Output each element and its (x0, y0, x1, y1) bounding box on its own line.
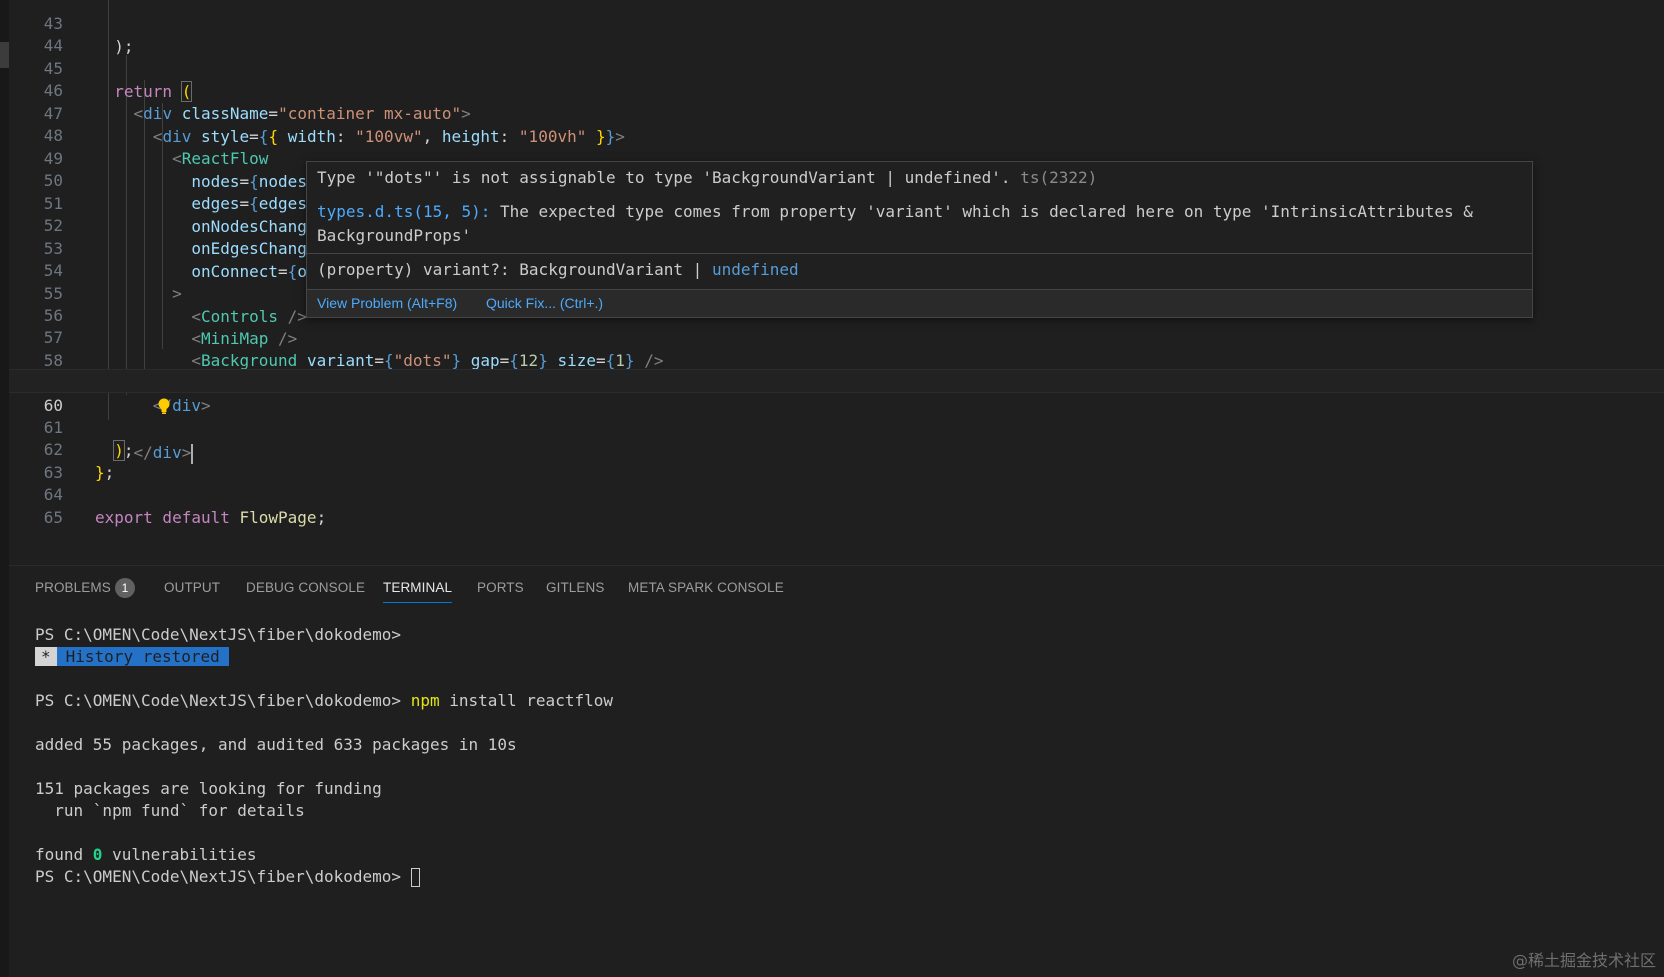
terminal-cursor (410, 868, 420, 887)
error-code: ts(2322) (1020, 168, 1098, 187)
tab-ports[interactable]: PORTS (477, 580, 524, 595)
related-info: types.d.ts(15, 5): The expected type com… (317, 200, 1517, 248)
history-text: History restored (56, 647, 229, 666)
view-problem-link[interactable]: View Problem (Alt+F8) (317, 295, 457, 311)
hover-actions: View Problem (Alt+F8) Quick Fix... (Ctrl… (307, 290, 1532, 317)
command-args: install reactflow (439, 691, 613, 710)
terminal-prompt-line: PS C:\OMEN\Code\NextJS\fiber\dokodemo> (35, 866, 420, 888)
code-line: 61 ); (9, 392, 1664, 462)
terminal-command-line: PS C:\OMEN\Code\NextJS\fiber\dokodemo> n… (35, 690, 613, 712)
signature-text: (property) variant?: BackgroundVariant | (317, 260, 712, 279)
npm-command: npm (410, 691, 440, 710)
tab-meta-spark-console[interactable]: META SPARK CONSOLE (628, 580, 784, 595)
activity-strip (0, 0, 9, 977)
tab-output[interactable]: OUTPUT (164, 580, 220, 595)
code-line-current: 60 </div> (9, 369, 1664, 464)
terminal-output: run `npm fund` for details (35, 801, 305, 820)
error-message: Type '"dots"' is not assignable to type … (317, 168, 1011, 187)
code-line: 59 </div> (9, 347, 1664, 416)
code-line: 63 (9, 437, 1664, 482)
error-hover-popup[interactable]: Type '"dots"' is not assignable to type … (306, 161, 1533, 318)
tab-debug-console[interactable]: DEBUG CONSOLE (246, 580, 365, 595)
code-line: 64 export default FlowPage; (9, 459, 1664, 528)
tab-terminal[interactable]: TERMINAL (383, 580, 453, 603)
terminal-output: added 55 packages, and audited 633 packa… (35, 735, 517, 754)
history-star: * (35, 647, 57, 666)
signature-undefined: undefined (711, 260, 799, 279)
terminal-output: 151 packages are looking for funding (35, 779, 382, 798)
code-line: 49 nodes={nodes} (9, 123, 1664, 192)
found-prefix: found (35, 845, 93, 864)
history-restored-banner: * History restored (35, 646, 229, 668)
terminal-prompt: PS C:\OMEN\Code\NextJS\fiber\dokodemo> (35, 691, 402, 710)
type-signature: (property) variant?: BackgroundVariant |… (317, 258, 799, 282)
hover-divider (307, 253, 1532, 254)
found-suffix: vulnerabilities (102, 845, 257, 864)
hover-message: Type '"dots"' is not assignable to type … (317, 166, 1517, 190)
tab-gitlens[interactable]: GITLENS (546, 580, 604, 595)
terminal-prompt: PS C:\OMEN\Code\NextJS\fiber\dokodemo> (35, 867, 402, 886)
code-line: 65 (9, 482, 1664, 527)
terminal[interactable]: PS C:\OMEN\Code\NextJS\fiber\dokodemo> *… (9, 606, 1664, 977)
lightbulb-icon[interactable] (99, 373, 170, 414)
code-line: 44 (9, 10, 1664, 55)
line-number: 65 (43, 507, 63, 527)
quick-fix-link[interactable]: Quick Fix... (Ctrl+.) (486, 295, 603, 311)
problems-count-badge: 1 (115, 578, 135, 598)
vuln-count: 0 (92, 845, 103, 864)
watermark: @稀土掘金技术社区 (1511, 951, 1656, 970)
code-line: 47 <div style={{ width: "100vw", height:… (9, 78, 1664, 147)
code-line: 48 <ReactFlow (9, 100, 1664, 169)
scroll-marker (0, 42, 9, 68)
code-line: 62 }; (9, 414, 1664, 483)
tab-problems[interactable]: PROBLEMS (35, 580, 111, 595)
code-line: 45 return ( (9, 33, 1664, 103)
code-text: export default FlowPage; (95, 508, 327, 528)
related-text: The expected type comes from property 'v… (317, 202, 1473, 245)
terminal-output: found 0 vulnerabilities (35, 844, 257, 866)
panel-tabs: PROBLEMS 1 OUTPUT DEBUG CONSOLE TERMINAL… (9, 566, 1664, 606)
related-file-link[interactable]: types.d.ts(15, 5): (317, 202, 490, 221)
terminal-prompt: PS C:\OMEN\Code\NextJS\fiber\dokodemo> (35, 625, 402, 644)
code-line: 46 <div className="container mx-auto"> (9, 55, 1664, 124)
code-line: 58 </ReactFlow> (9, 325, 1664, 394)
